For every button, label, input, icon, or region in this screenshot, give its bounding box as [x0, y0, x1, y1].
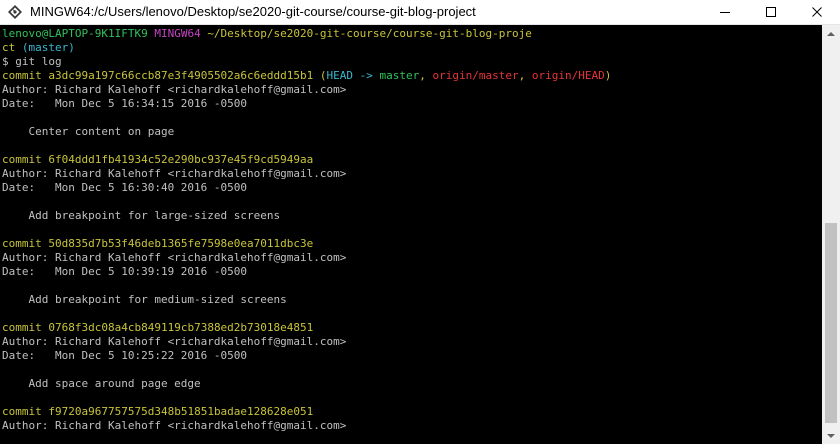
git-bash-icon[interactable]	[7, 4, 23, 20]
terminal-output[interactable]: lenovo@LAPTOP-9K1IFTK9 MINGW64 ~/Desktop…	[0, 25, 822, 444]
chevron-up-icon	[827, 31, 835, 36]
ref-separator: ,	[518, 69, 526, 82]
commit-label: commit	[2, 153, 42, 166]
title-bar[interactable]: MINGW64:/c/Users/lenovo/Desktop/se2020-g…	[0, 0, 840, 25]
ref-close-paren: )	[604, 69, 612, 82]
commit-author: Author: Richard Kalehoff <richardkalehof…	[2, 335, 347, 348]
commit-author: Author: Richard Kalehoff <richardkalehof…	[2, 83, 347, 96]
terminal-window: MINGW64:/c/Users/lenovo/Desktop/se2020-g…	[0, 0, 840, 444]
ref-open-paren: (	[319, 69, 327, 82]
scroll-thumb[interactable]	[825, 223, 837, 423]
window-title: MINGW64:/c/Users/lenovo/Desktop/se2020-g…	[30, 4, 476, 19]
commit-message: Center content on page	[2, 125, 175, 138]
commit-hash: 6f04ddd1fb41934c52e290bc937e45f9cd5949aa	[48, 153, 314, 166]
ref-master: master	[379, 69, 420, 82]
minimize-icon	[720, 12, 730, 13]
prompt-line-wrap: ct (master)	[2, 41, 75, 55]
commit-line: commit f9720a967757575d348b51851badae128…	[2, 405, 313, 419]
commit-date: Date: Mon Dec 5 10:25:22 2016 -0500	[2, 349, 248, 362]
commit-author: Author: Richard Kalehoff <richardkalehof…	[2, 251, 347, 264]
commit-hash: 0768f3dc08a4cb849119cb7388ed2b73018e4851	[48, 321, 314, 334]
ref-origin-head: origin/HEAD	[531, 69, 605, 82]
command-line: $ git log	[2, 55, 62, 68]
scroll-down-button[interactable]	[822, 427, 840, 444]
commit-message: Add space around page edge	[2, 377, 201, 390]
prompt-user-host: lenovo@LAPTOP-9K1IFTK9	[2, 27, 148, 40]
vertical-scrollbar[interactable]	[822, 25, 840, 444]
commit-line: commit 0768f3dc08a4cb849119cb7388ed2b730…	[2, 321, 313, 335]
commit-label: commit	[2, 321, 42, 334]
commit-line: commit 50d835d7b53f46deb1365fe7598e0ea70…	[2, 237, 313, 251]
chevron-down-icon	[827, 433, 835, 438]
commit-hash: a3dc99a197c66ccb87e3f4905502a6c6eddd15b1	[48, 69, 314, 82]
prompt-path-wrap: ct	[2, 41, 16, 54]
close-button[interactable]	[794, 0, 840, 24]
ref-origin-master: origin/master	[432, 69, 519, 82]
maximize-icon	[766, 7, 776, 17]
minimize-button[interactable]	[702, 0, 748, 24]
commit-line: commit 6f04ddd1fb41934c52e290bc937e45f9c…	[2, 153, 313, 167]
prompt-line: lenovo@LAPTOP-9K1IFTK9 MINGW64 ~/Desktop…	[2, 27, 532, 41]
commit-hash: f9720a967757575d348b51851badae128628e051	[48, 405, 314, 418]
commit-label: commit	[2, 69, 42, 82]
commit-author: Author: Richard Kalehoff <richardkalehof…	[2, 167, 347, 180]
commit-date: Date: Mon Dec 5 16:34:15 2016 -0500	[2, 97, 248, 110]
commit-hash: 50d835d7b53f46deb1365fe7598e0ea7011dbc3e	[48, 237, 314, 250]
commit-label: commit	[2, 237, 42, 250]
ref-head: HEAD ->	[326, 69, 373, 82]
prompt-path: ~/Desktop/se2020-git-course/course-git-b…	[207, 27, 532, 40]
commit-date: Date: Mon Dec 5 16:30:40 2016 -0500	[2, 181, 248, 194]
prompt-shell: MINGW64	[154, 27, 201, 40]
commit-message: Add breakpoint for large-sized screens	[2, 209, 281, 222]
commit-line: commit a3dc99a197c66ccb87e3f4905502a6c6e…	[2, 69, 611, 83]
commit-date: Date: Mon Dec 5 10:39:19 2016 -0500	[2, 265, 248, 278]
commit-label: commit	[2, 405, 42, 418]
scroll-up-button[interactable]	[822, 25, 840, 42]
close-icon	[812, 7, 822, 17]
maximize-button[interactable]	[748, 0, 794, 24]
commit-message: Add breakpoint for medium-sized screens	[2, 293, 287, 306]
ref-separator: ,	[419, 69, 426, 82]
commit-author: Author: Richard Kalehoff <richardkalehof…	[2, 419, 347, 432]
prompt-branch: (master)	[21, 41, 75, 54]
